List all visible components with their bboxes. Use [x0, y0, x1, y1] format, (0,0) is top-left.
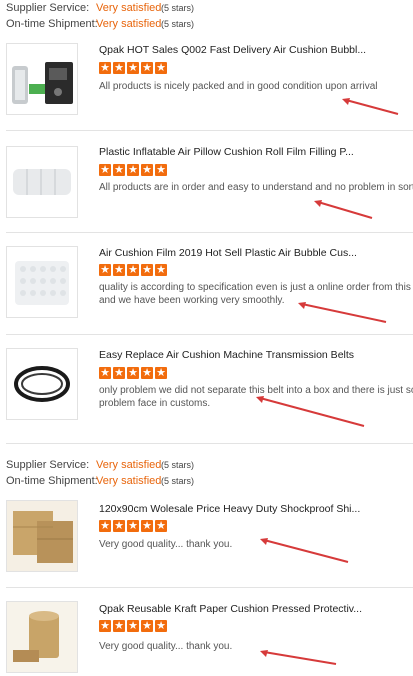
product-title[interactable]: Plastic Inflatable Air Pillow Cushion Ro…	[99, 146, 354, 158]
review-line: Very good quality... thank you.	[99, 641, 233, 652]
ontime-shipment-label: On-time Shipment:	[6, 475, 98, 487]
bubble-film-roll-icon	[15, 261, 69, 305]
star-icon	[141, 263, 153, 276]
red-arrow-icon	[260, 538, 349, 563]
divider	[6, 443, 413, 444]
star-icon	[113, 619, 125, 632]
star-icon	[155, 519, 167, 532]
red-arrow-icon	[256, 396, 365, 427]
red-arrow-icon	[298, 302, 387, 323]
supplier-service-row: Supplier Service: Very satisfied (5 star…	[0, 0, 413, 16]
star-rating	[99, 263, 167, 276]
star-rating	[99, 163, 167, 176]
star-icon	[155, 366, 167, 379]
star-icon	[99, 263, 111, 276]
red-arrow-icon	[342, 98, 399, 115]
star-icon	[155, 61, 167, 74]
supplier-service-value: Very satisfied	[96, 2, 162, 14]
star-icon	[141, 519, 153, 532]
star-rating	[99, 61, 167, 74]
product-image[interactable]	[6, 43, 78, 115]
red-arrow-icon	[314, 200, 373, 219]
review-text: Very good quality... thank you.	[99, 538, 413, 551]
star-icon	[99, 519, 111, 532]
divider	[6, 587, 413, 588]
star-icon	[141, 61, 153, 74]
red-arrow-icon	[260, 650, 337, 665]
product-image[interactable]	[6, 246, 78, 318]
air-cushion-machine-icon	[12, 62, 73, 104]
star-icon	[155, 263, 167, 276]
product-image[interactable]	[6, 348, 78, 420]
transmission-belt-icon	[14, 366, 70, 402]
star-icon	[127, 619, 139, 632]
ontime-shipment-value: Very satisfied	[96, 475, 162, 487]
supplier-service-stars: (5 stars)	[161, 3, 195, 13]
supplier-service-label: Supplier Service:	[6, 2, 90, 14]
ontime-shipment-stars: (5 stars)	[161, 19, 195, 29]
ontime-shipment-value: Very satisfied	[96, 18, 162, 30]
star-icon	[113, 61, 125, 74]
star-rating	[99, 519, 167, 532]
star-rating	[99, 366, 167, 379]
divider	[6, 334, 413, 335]
ontime-shipment-label: On-time Shipment:	[6, 18, 98, 30]
star-icon	[127, 519, 139, 532]
review-line: quality is according to specification ev…	[99, 282, 413, 293]
review-line: Very good quality... thank you.	[99, 539, 233, 550]
review-item: Easy Replace Air Cushion Machine Transmi…	[0, 342, 413, 442]
product-title[interactable]: 120x90cm Wolesale Price Heavy Duty Shock…	[99, 503, 360, 515]
product-title[interactable]: Easy Replace Air Cushion Machine Transmi…	[99, 349, 354, 361]
ontime-shipment-row: On-time Shipment: Very satisfied (5 star…	[0, 16, 413, 32]
star-icon	[141, 619, 153, 632]
star-icon	[99, 163, 111, 176]
star-icon	[99, 61, 111, 74]
star-icon	[99, 366, 111, 379]
product-title[interactable]: Qpak HOT Sales Q002 Fast Delivery Air Cu…	[99, 44, 366, 56]
star-icon	[155, 163, 167, 176]
supplier-service-label: Supplier Service:	[6, 459, 90, 471]
divider	[6, 232, 413, 233]
product-image[interactable]	[6, 146, 78, 218]
review-item: Qpak HOT Sales Q002 Fast Delivery Air Cu…	[0, 38, 413, 130]
star-icon	[113, 263, 125, 276]
product-title[interactable]: Qpak Reusable Kraft Paper Cushion Presse…	[99, 603, 362, 615]
star-icon	[141, 163, 153, 176]
kraft-dunnage-bag-icon	[7, 501, 77, 571]
review-line: All products is nicely packed and in goo…	[99, 81, 378, 92]
air-pillow-roll-icon	[13, 169, 71, 195]
divider	[6, 130, 413, 131]
supplier-service-stars: (5 stars)	[161, 460, 195, 470]
star-icon	[127, 263, 139, 276]
review-line: All products are in order and easy to un…	[99, 182, 413, 193]
supplier-service-value: Very satisfied	[96, 459, 162, 471]
review-item: Air Cushion Film 2019 Hot Sell Plastic A…	[0, 240, 413, 336]
ontime-shipment-stars: (5 stars)	[161, 476, 195, 486]
product-image[interactable]	[6, 500, 78, 572]
review-item: 120x90cm Wolesale Price Heavy Duty Shock…	[0, 494, 413, 584]
product-image[interactable]	[6, 601, 78, 673]
star-rating	[99, 619, 167, 632]
review-text: All products is nicely packed and in goo…	[99, 80, 413, 93]
review-item: Plastic Inflatable Air Pillow Cushion Ro…	[0, 138, 413, 234]
review-text: Very good quality... thank you.	[99, 640, 413, 653]
product-title[interactable]: Air Cushion Film 2019 Hot Sell Plastic A…	[99, 247, 357, 259]
star-icon	[155, 619, 167, 632]
supplier-service-row: Supplier Service: Very satisfied (5 star…	[0, 457, 413, 473]
star-icon	[127, 366, 139, 379]
star-icon	[113, 519, 125, 532]
star-icon	[113, 366, 125, 379]
star-icon	[141, 366, 153, 379]
star-icon	[127, 163, 139, 176]
star-icon	[113, 163, 125, 176]
ontime-shipment-row: On-time Shipment: Very satisfied (5 star…	[0, 473, 413, 489]
kraft-paper-roll-icon	[7, 602, 77, 672]
star-icon	[127, 61, 139, 74]
review-item: Qpak Reusable Kraft Paper Cushion Presse…	[0, 592, 413, 676]
star-icon	[99, 619, 111, 632]
review-text: All products are in order and easy to un…	[99, 181, 413, 194]
